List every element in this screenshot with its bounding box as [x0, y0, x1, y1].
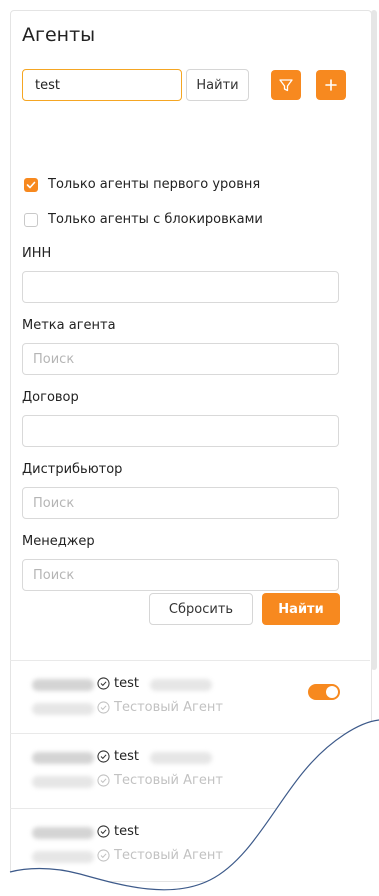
agent-type: Тестовый Агент	[97, 848, 223, 863]
redacted-text	[32, 851, 94, 863]
agent-type: Тестовый Агент	[97, 773, 223, 788]
inn-label: ИНН	[22, 246, 52, 261]
redacted-text	[32, 752, 94, 764]
reset-button[interactable]: Сбросить	[149, 593, 253, 625]
check-circle-icon	[97, 774, 110, 787]
redacted-text	[150, 679, 212, 691]
filter-icon	[279, 79, 293, 92]
add-agent-button[interactable]	[316, 70, 346, 100]
agent-type-text: Тестовый Агент	[114, 773, 223, 788]
redacted-text	[32, 827, 94, 839]
tag-label: Метка агента	[22, 318, 116, 333]
filter-button[interactable]	[271, 70, 301, 100]
checkbox-unchecked[interactable]	[24, 212, 38, 227]
divider	[10, 808, 370, 809]
agent-type-text: Тестовый Агент	[114, 848, 223, 863]
blocked-label: Только агенты с блокировками	[48, 212, 263, 227]
agent-name[interactable]: test	[97, 749, 139, 764]
search-button[interactable]: Найти	[186, 69, 249, 101]
check-circle-icon	[97, 825, 110, 838]
first-level-checkbox[interactable]: Только агенты первого уровня	[24, 177, 260, 192]
contract-label: Договор	[22, 390, 79, 405]
distributor-label: Дистрибьютор	[22, 462, 123, 477]
check-circle-icon	[97, 849, 110, 862]
distributor-search-input[interactable]	[22, 487, 339, 519]
manager-search-input[interactable]	[22, 559, 339, 591]
contract-field[interactable]	[22, 415, 339, 447]
redacted-text	[32, 776, 94, 788]
check-icon	[26, 181, 36, 188]
scrollbar[interactable]	[371, 10, 377, 670]
redacted-text	[150, 752, 212, 764]
agent-name[interactable]: test	[97, 824, 139, 839]
manager-label: Менеджер	[22, 534, 95, 549]
checkbox-checked[interactable]	[24, 177, 38, 192]
divider	[10, 733, 370, 734]
inn-field[interactable]	[22, 271, 339, 303]
agent-type: Тестовый Агент	[97, 700, 223, 715]
divider	[10, 660, 370, 661]
agent-type-text: Тестовый Агент	[114, 700, 223, 715]
search-input[interactable]	[22, 69, 182, 101]
agent-name[interactable]: test	[97, 676, 139, 691]
plus-icon	[325, 79, 337, 91]
agent-name-text: test	[114, 749, 139, 764]
check-circle-icon	[97, 701, 110, 714]
agent-active-toggle[interactable]	[308, 684, 340, 700]
first-level-label: Только агенты первого уровня	[48, 177, 261, 192]
tag-search-input[interactable]	[22, 343, 339, 375]
blocked-checkbox[interactable]: Только агенты с блокировками	[24, 212, 263, 227]
page-title: Агенты	[22, 24, 96, 46]
toggle-knob	[326, 686, 338, 698]
redacted-text	[32, 679, 94, 691]
find-button[interactable]: Найти	[262, 593, 340, 625]
check-circle-icon	[97, 750, 110, 763]
check-circle-icon	[97, 677, 110, 690]
agent-name-text: test	[114, 676, 139, 691]
agent-name-text: test	[114, 824, 139, 839]
redacted-text	[32, 703, 94, 715]
